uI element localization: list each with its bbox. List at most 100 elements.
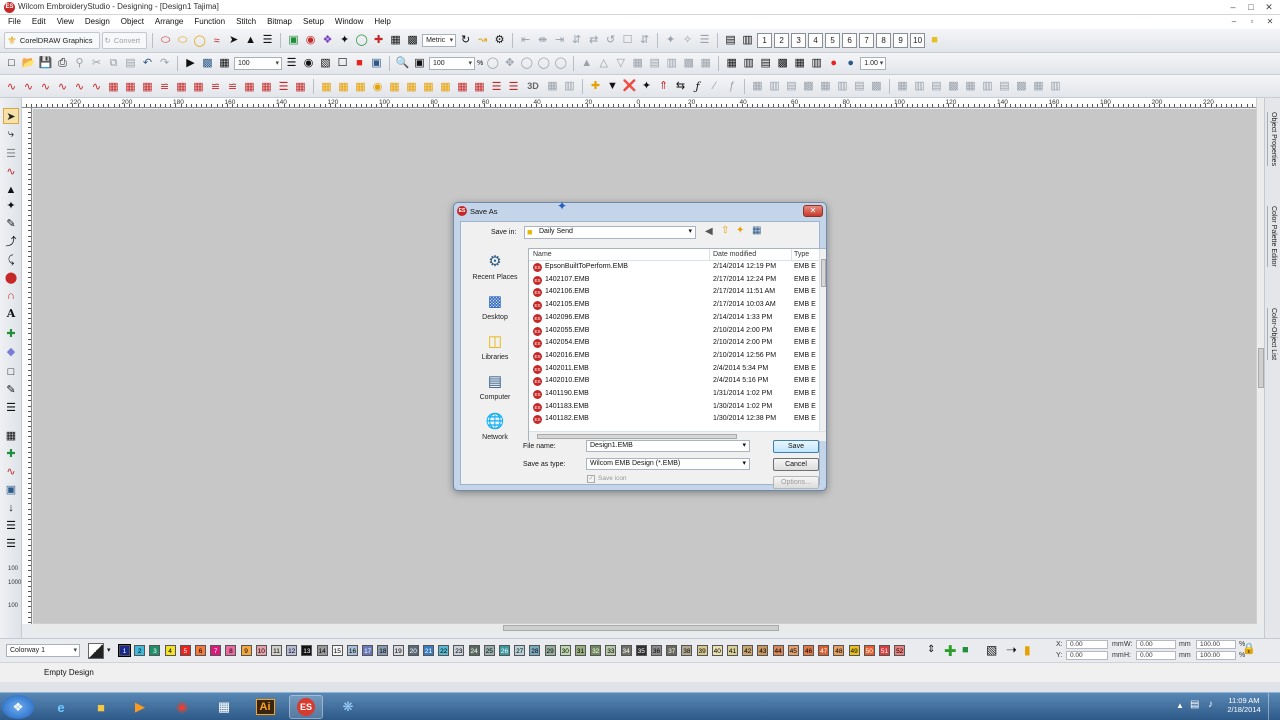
align-right-icon[interactable]: ⇥ xyxy=(552,33,567,48)
freehand-icon[interactable]: ≈ xyxy=(209,33,224,48)
spiral-fill-icon[interactable]: ≌ xyxy=(225,79,240,94)
number-button-4[interactable]: 4 xyxy=(808,33,824,48)
fill-icon[interactable]: ▦ xyxy=(319,79,334,94)
new-file-icon[interactable]: □ xyxy=(4,56,19,71)
transform-6-icon[interactable]: ▥ xyxy=(980,79,995,94)
menu-stitch[interactable]: Stitch xyxy=(236,17,256,26)
number-button-8[interactable]: 8 xyxy=(876,33,892,48)
ruler-icon[interactable]: ☰ xyxy=(3,146,19,162)
send-machine-icon[interactable]: ▩ xyxy=(200,56,215,71)
show-color-icon[interactable]: ■ xyxy=(352,56,367,71)
select-icon[interactable]: ✦ xyxy=(337,33,352,48)
3d-button[interactable]: 3D xyxy=(523,79,543,94)
file-row[interactable]: ES 1402055.EMB 2/10/2014 2:00 PM EMB E xyxy=(529,325,819,337)
new-folder-icon[interactable]: ✦ xyxy=(736,225,744,236)
transform-8-icon[interactable]: ▩ xyxy=(1014,79,1029,94)
utility-icon[interactable]: ❋ xyxy=(331,695,365,719)
menu-setup[interactable]: Setup xyxy=(303,17,324,26)
color-chip[interactable]: 21 xyxy=(423,645,434,656)
print-icon[interactable]: ⎙ xyxy=(55,56,70,71)
color-chip[interactable]: 31 xyxy=(575,645,586,656)
paste-icon[interactable]: ▤ xyxy=(123,56,138,71)
image-icon[interactable]: ▣ xyxy=(286,33,301,48)
column-date-modified[interactable]: Date modified xyxy=(713,251,756,258)
arrange-2-icon[interactable]: ▥ xyxy=(767,79,782,94)
place-desktop[interactable]: ▩ Desktop xyxy=(465,292,525,321)
add-color-icon[interactable]: ✚ xyxy=(944,642,957,660)
rotate-icon[interactable]: ↺ xyxy=(603,33,618,48)
color-chip[interactable]: 12 xyxy=(286,645,298,656)
volume-icon[interactable]: ♪ xyxy=(1208,699,1213,710)
color-chip[interactable]: 8 xyxy=(225,645,237,656)
color-chip[interactable]: 18 xyxy=(377,645,389,656)
pointer-node-icon[interactable]: ➤ xyxy=(226,33,241,48)
arch-icon[interactable]: ∩ xyxy=(3,288,19,304)
zoom-percent-input[interactable]: 100 xyxy=(429,57,475,70)
production-icon[interactable]: ▦ xyxy=(217,56,232,71)
redo-icon[interactable]: ↷ xyxy=(157,56,172,71)
transform-3-icon[interactable]: ▤ xyxy=(929,79,944,94)
color-chip[interactable]: 16 xyxy=(347,645,358,656)
internet-explorer-icon[interactable]: e xyxy=(44,695,78,719)
distribute-icon[interactable]: ⇵ xyxy=(569,33,584,48)
split-icon[interactable]: ⤹ xyxy=(3,252,19,268)
color-chip[interactable]: 24 xyxy=(468,645,480,656)
number-button-3[interactable]: 3 xyxy=(791,33,807,48)
arrange-1-icon[interactable]: ▦ xyxy=(750,79,765,94)
fill-6-icon[interactable]: ▦ xyxy=(404,79,419,94)
needle-tool-icon[interactable]: ➝ xyxy=(1006,642,1017,658)
color-chip[interactable]: 51 xyxy=(879,645,890,656)
color-chip[interactable]: 49 xyxy=(848,645,860,656)
tab-color-object-list[interactable]: Color-Object List xyxy=(1267,308,1279,361)
arrange-6-icon[interactable]: ▥ xyxy=(835,79,850,94)
place-computer[interactable]: ▤ Computer xyxy=(465,372,525,401)
number-button-10[interactable]: 10 xyxy=(910,33,926,48)
file-list-vscroll-thumb[interactable] xyxy=(821,259,826,287)
scale-width-field[interactable]: 100.00 xyxy=(1196,640,1236,649)
color-red-icon[interactable]: ● xyxy=(826,56,841,71)
file-row[interactable]: ES 1402016.EMB 2/10/2014 12:56 PM EMB E xyxy=(529,350,819,362)
color-chip[interactable]: 32 xyxy=(590,645,602,656)
spacing-icon[interactable]: ⇆ xyxy=(673,79,688,94)
file-row[interactable]: ES 1402096.EMB 2/14/2014 1:33 PM EMB E xyxy=(529,312,819,324)
color-chip[interactable]: 22 xyxy=(438,645,450,656)
zoom-in-icon[interactable]: 🔍 xyxy=(395,56,410,71)
print-preview-icon[interactable]: ⚲ xyxy=(72,56,87,71)
color-chip[interactable]: 1 xyxy=(118,644,131,657)
highlight-icon[interactable]: ■ xyxy=(927,33,942,48)
start-orb-icon[interactable]: ❖ xyxy=(2,695,34,719)
color-chip[interactable]: 6 xyxy=(195,645,206,656)
chrome-icon[interactable]: ◉ xyxy=(165,695,199,719)
menu-window[interactable]: Window xyxy=(335,17,363,26)
cross-stitch-icon[interactable]: ▦ xyxy=(140,79,155,94)
color-chip[interactable]: 23 xyxy=(453,645,465,656)
x-field[interactable]: 0.00 xyxy=(1066,640,1108,649)
color-blue-icon[interactable]: ● xyxy=(843,56,858,71)
h-field[interactable]: 0.00 xyxy=(1136,651,1176,660)
motif-fill-icon[interactable]: ▦ xyxy=(191,79,206,94)
zoom-prev-icon[interactable]: ◯ xyxy=(553,56,568,71)
color-chip[interactable]: 17 xyxy=(362,645,374,656)
cut-icon[interactable]: ✂ xyxy=(89,56,104,71)
undo-icon[interactable]: ↶ xyxy=(140,56,155,71)
lock-proportions-icon[interactable]: 🔒 xyxy=(1242,642,1256,655)
reshape-icon[interactable]: ▲ xyxy=(243,33,258,48)
circle-icon[interactable]: ◯ xyxy=(354,33,369,48)
arrange-3-icon[interactable]: ▤ xyxy=(784,79,799,94)
number-button-6[interactable]: 6 xyxy=(842,33,858,48)
function-icon[interactable]: ƒ xyxy=(690,79,705,94)
arrange-8-icon[interactable]: ▩ xyxy=(869,79,884,94)
color-chip[interactable]: 30 xyxy=(559,645,571,656)
applique-icon[interactable]: □ xyxy=(3,364,19,380)
options-button[interactable]: Options... xyxy=(773,476,819,489)
unlock-object-icon[interactable]: ▦ xyxy=(698,56,713,71)
color-chip[interactable]: 11 xyxy=(271,645,282,656)
color-chip[interactable]: 9 xyxy=(240,645,252,656)
save-icon-checkbox[interactable]: ✓ xyxy=(587,475,595,483)
background-color-swatch[interactable] xyxy=(88,643,104,659)
fancy-fill-icon[interactable]: ▦ xyxy=(174,79,189,94)
fill-12-icon[interactable]: ☰ xyxy=(506,79,521,94)
copy-icon[interactable]: ⧉ xyxy=(106,56,121,71)
color-chip[interactable]: 46 xyxy=(803,645,814,656)
layout-4-icon[interactable]: ▩ xyxy=(775,56,790,71)
